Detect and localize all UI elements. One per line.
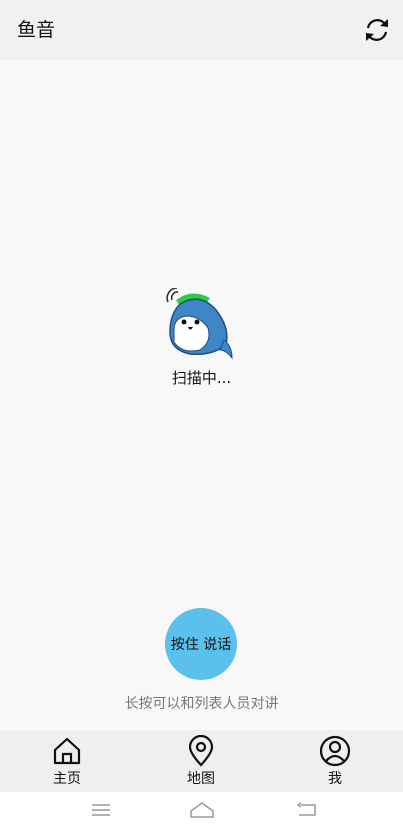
tab-map[interactable]: 地图 (161, 730, 241, 792)
scan-status-text: 扫描中... (171, 369, 232, 387)
home-icon (53, 737, 81, 765)
refresh-button[interactable] (361, 14, 393, 46)
tab-me[interactable]: 我 (295, 730, 375, 792)
tab-me-label: 我 (328, 771, 342, 787)
user-icon (319, 735, 351, 767)
push-to-talk-hint: 长按可以和列表人员对讲 (124, 696, 279, 712)
push-to-talk-button[interactable]: 按住 说话 (165, 608, 237, 680)
system-home-button[interactable] (187, 800, 217, 820)
refresh-icon (366, 19, 388, 41)
back-icon (296, 802, 316, 816)
menu-icon (92, 804, 110, 816)
home-outline-icon (190, 802, 214, 818)
tab-home-label: 主页 (53, 771, 81, 787)
tab-home[interactable]: 主页 (27, 730, 107, 792)
fish-mascot-icon (166, 288, 233, 360)
app-title: 鱼音 (17, 19, 56, 41)
system-navigation-bar (0, 792, 403, 824)
map-pin-icon (188, 735, 214, 767)
bottom-tab-bar: 主页 地图 我 (0, 730, 403, 792)
system-menu-button[interactable] (86, 800, 116, 820)
system-back-button[interactable] (292, 800, 322, 820)
tab-map-label: 地图 (187, 771, 215, 787)
top-app-bar: 鱼音 (0, 0, 403, 60)
